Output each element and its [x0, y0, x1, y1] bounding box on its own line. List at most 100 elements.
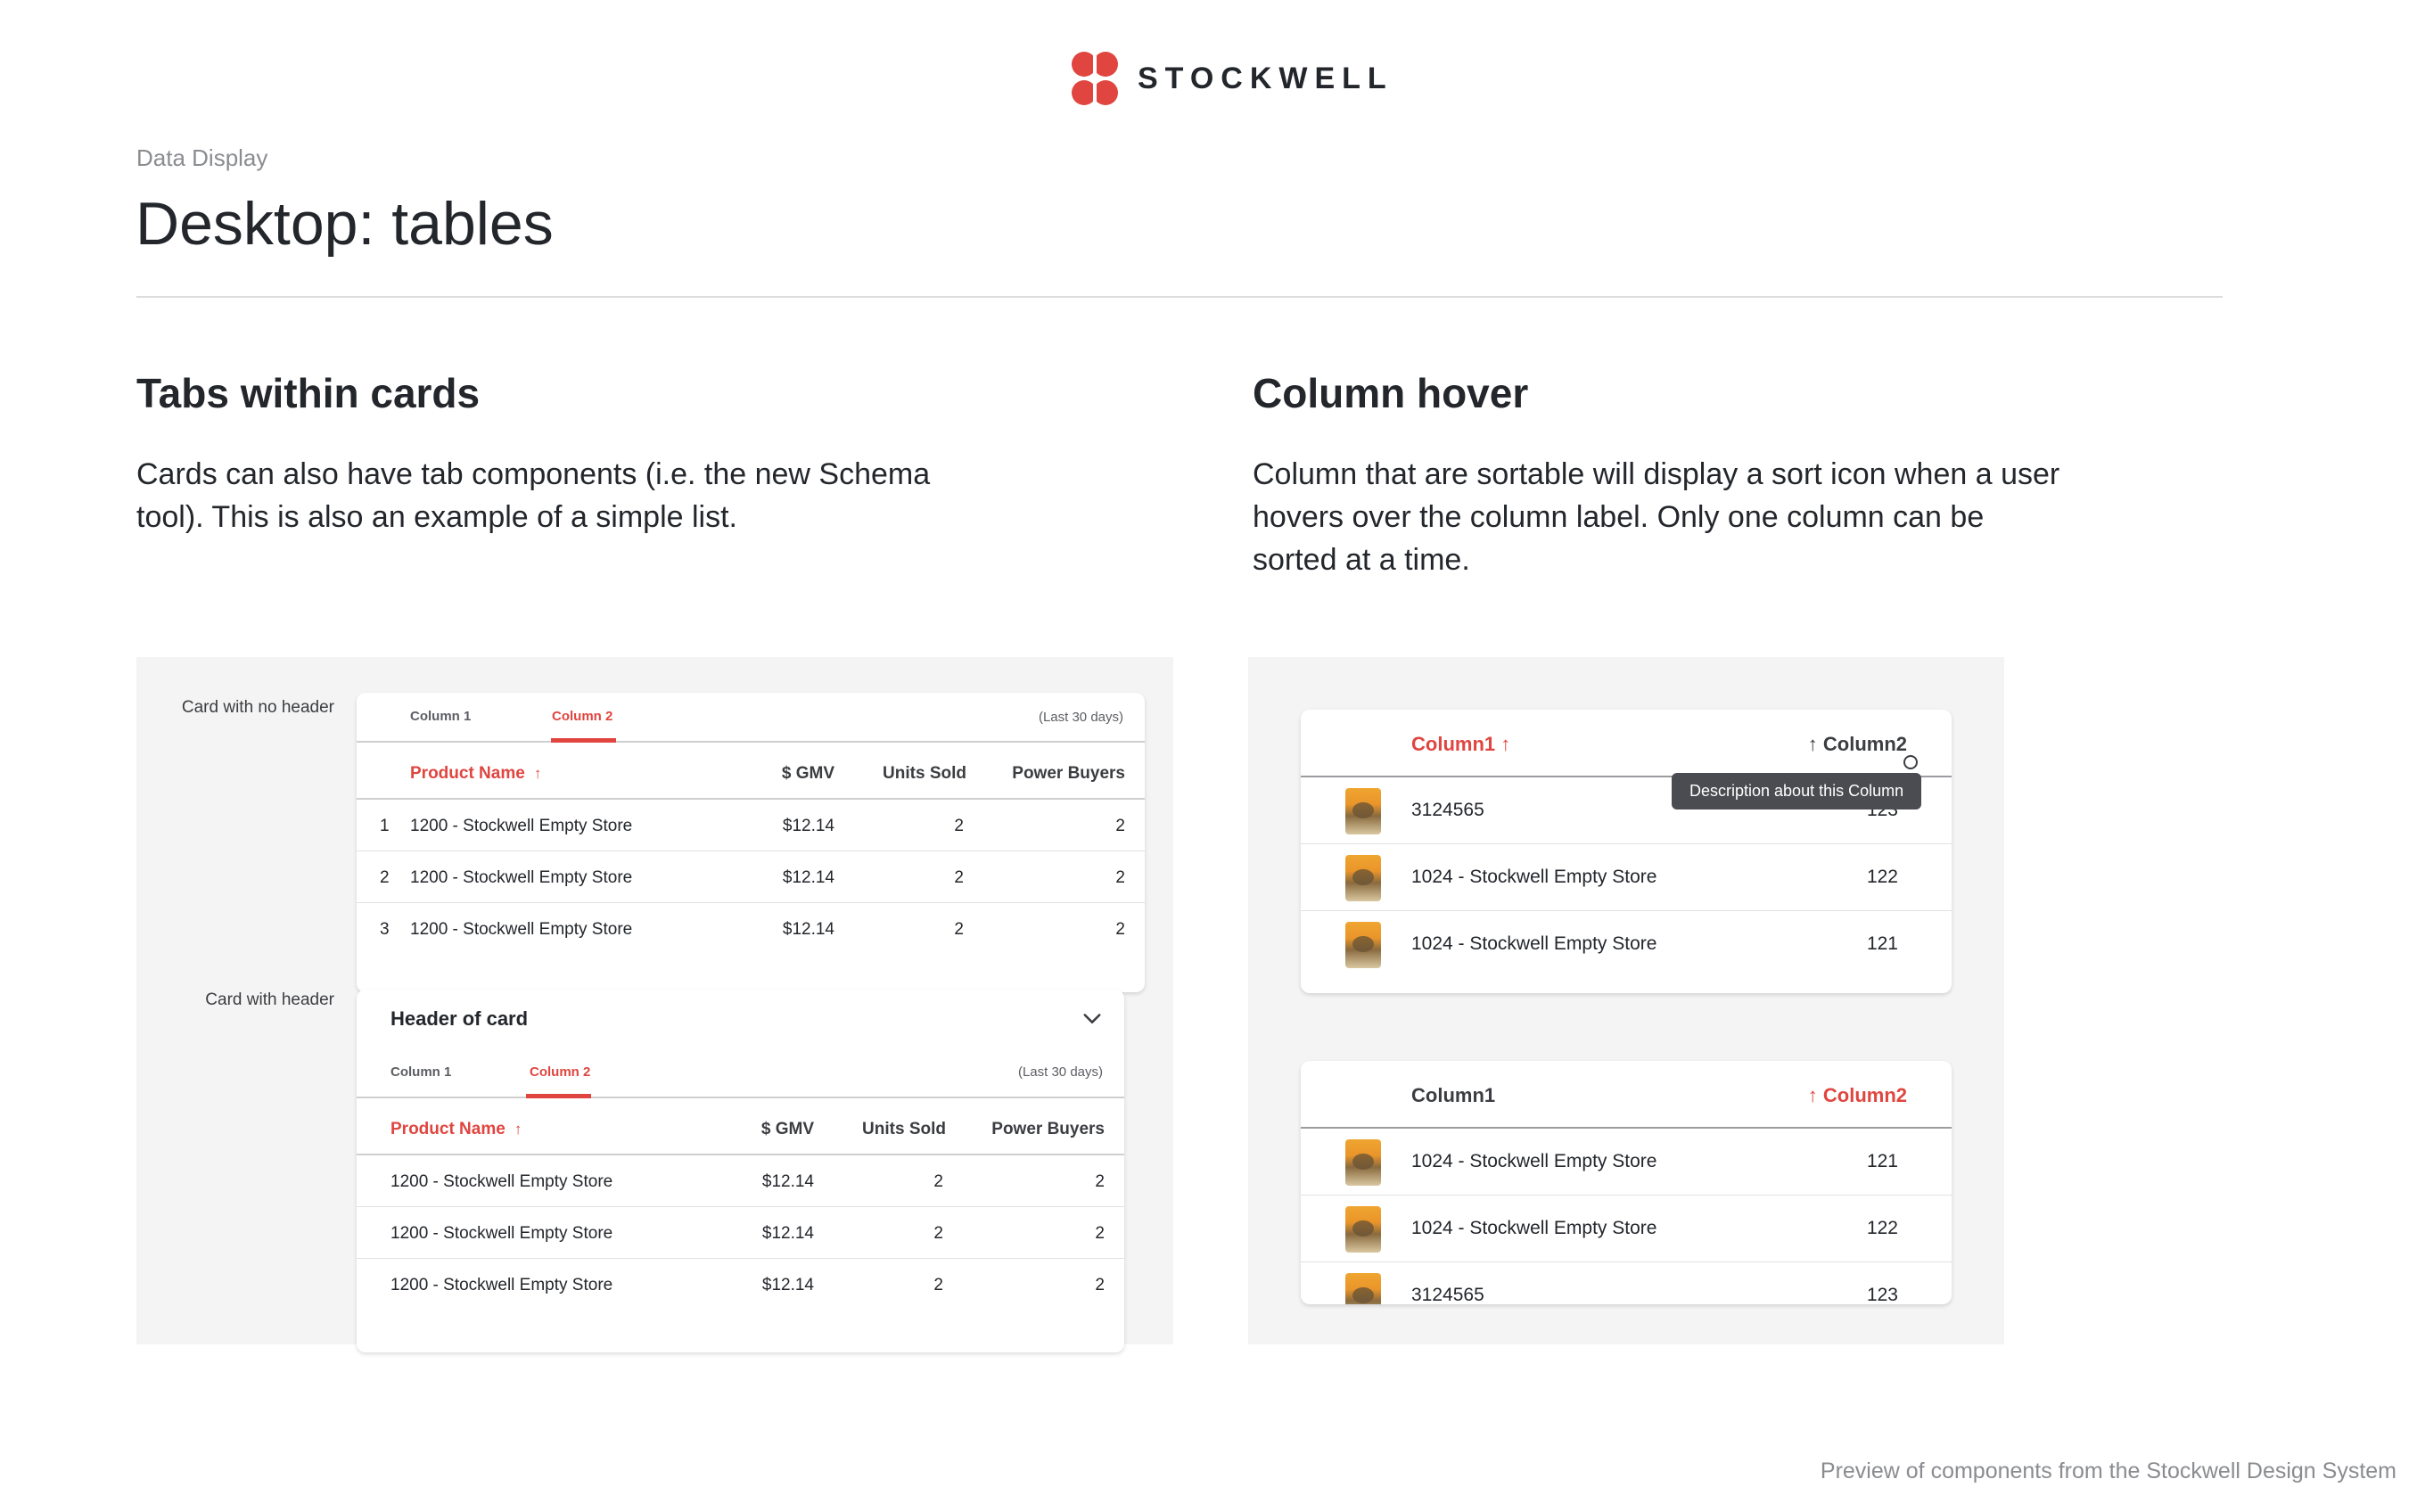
- product-thumbnail: [1345, 922, 1381, 968]
- table-row: 1024 - Stockwell Empty Store 121: [1301, 911, 1952, 978]
- arrow-up-icon: ↑: [1500, 733, 1511, 755]
- units-sold-value: 2: [933, 1172, 943, 1191]
- column-header-column2[interactable]: ↑ Column2: [1808, 733, 1907, 756]
- table-header: Product Name ↑ $ GMV Units Sold Power Buy…: [357, 1098, 1124, 1155]
- column-tooltip: Description about this Column: [1672, 773, 1922, 809]
- tabs-example-panel: Card with no header Column 1 Column 2 (L…: [136, 657, 1173, 1352]
- page-title: Desktop: tables: [136, 190, 554, 258]
- tab-column-1[interactable]: Column 1: [410, 709, 471, 724]
- card-header-title: Header of card: [390, 1007, 529, 1030]
- product-thumbnail: [1345, 1206, 1381, 1253]
- power-buyers-value: 2: [1095, 1276, 1105, 1294]
- tab-column-2[interactable]: Column 2: [552, 709, 612, 724]
- table-header: Column1 ↑ ↑ Column2: [1301, 710, 1952, 777]
- row-value: 122: [1866, 1218, 1898, 1238]
- row-name: 3124565: [1411, 1285, 1484, 1304]
- row-name: 3124565: [1411, 800, 1484, 820]
- tab-column-1[interactable]: Column 1: [390, 1064, 451, 1080]
- table-row: 1024 - Stockwell Empty Store 121: [1301, 1129, 1952, 1196]
- table-header: Product Name ↑ $ GMV Units Sold Power Buy…: [357, 743, 1145, 800]
- table-row: 1200 - Stockwell Empty Store $12.14 2 2: [357, 1259, 1124, 1311]
- tab-bar: Column 1 Column 2 (Last 30 days): [357, 1050, 1124, 1098]
- footer-note: Preview of components from the Stockwell…: [1820, 1459, 2396, 1483]
- column-header-gmv[interactable]: $ GMV: [761, 1120, 814, 1139]
- section-description-hover: Column that are sortable will display a …: [1253, 457, 2060, 577]
- column-header-units-sold[interactable]: Units Sold: [862, 1120, 946, 1139]
- gmv-value: $12.14: [782, 920, 834, 939]
- product-thumbnail: [1345, 855, 1381, 901]
- row-value: 122: [1866, 867, 1898, 887]
- section-title-tabs: Tabs within cards: [136, 370, 481, 416]
- date-range-label: (Last 30 days): [1017, 1064, 1103, 1080]
- power-buyers-value: 2: [1095, 1224, 1105, 1243]
- stockwell-logo-icon: [1072, 52, 1118, 105]
- divider: [136, 296, 2223, 298]
- row-name: 1024 - Stockwell Empty Store: [1411, 867, 1657, 887]
- arrow-up-icon: ↑: [1807, 733, 1818, 755]
- column-header-power-buyers[interactable]: Power Buyers: [1012, 764, 1125, 784]
- gmv-value: $12.14: [761, 1276, 814, 1294]
- arrow-up-icon: ↑: [533, 765, 542, 782]
- gmv-value: $12.14: [782, 817, 834, 835]
- units-sold-value: 2: [954, 920, 964, 939]
- product-name: 1200 - Stockwell Empty Store: [390, 1172, 613, 1191]
- power-buyers-value: 2: [1115, 920, 1125, 939]
- product-name: 1200 - Stockwell Empty Store: [390, 1224, 613, 1243]
- units-sold-value: 2: [954, 817, 964, 835]
- chevron-down-icon[interactable]: [1080, 1006, 1105, 1031]
- row-name: 1024 - Stockwell Empty Store: [1411, 933, 1657, 954]
- column-header-gmv[interactable]: $ GMV: [782, 764, 834, 784]
- product-thumbnail: [1345, 1273, 1381, 1304]
- power-buyers-value: 2: [1115, 868, 1125, 887]
- table-row: 3124565 123: [1301, 1262, 1952, 1304]
- product-name: 1200 - Stockwell Empty Store: [410, 868, 633, 887]
- row-index: 1: [380, 817, 390, 835]
- hover-table-sorted-column-2: Column1 ↑ Column2 1024 - Stockwell Empty…: [1301, 1061, 1952, 1304]
- section-description-tabs: Cards can also have tab components (i.e.…: [136, 457, 931, 534]
- table-row: 2 1200 - Stockwell Empty Store $12.14 2 …: [357, 851, 1145, 903]
- brand-wordmark: STOCKWELL: [1138, 61, 1393, 95]
- arrow-up-icon: ↑: [514, 1121, 522, 1138]
- product-thumbnail: [1345, 788, 1381, 834]
- table-row: 1 1200 - Stockwell Empty Store $12.14 2 …: [357, 800, 1145, 851]
- table-row: 1200 - Stockwell Empty Store $12.14 2 2: [357, 1155, 1124, 1207]
- pointer-cursor-icon: [1903, 755, 1918, 769]
- row-name: 1024 - Stockwell Empty Store: [1411, 1218, 1657, 1238]
- gmv-value: $12.14: [782, 868, 834, 887]
- card-header[interactable]: Header of card: [357, 990, 1124, 1050]
- row-name: 1024 - Stockwell Empty Store: [1411, 1151, 1657, 1171]
- product-name: 1200 - Stockwell Empty Store: [410, 817, 633, 835]
- table-header: Column1 ↑ Column2: [1301, 1061, 1952, 1129]
- column-header-product-name[interactable]: Product Name ↑: [390, 1120, 522, 1139]
- units-sold-value: 2: [954, 868, 964, 887]
- table-row: 3 1200 - Stockwell Empty Store $12.14 2 …: [357, 903, 1145, 955]
- card-with-header-label: Card with header: [205, 990, 334, 1009]
- product-name: 1200 - Stockwell Empty Store: [410, 920, 633, 939]
- section-eyebrow: Data Display: [136, 144, 268, 171]
- product-name: 1200 - Stockwell Empty Store: [390, 1276, 613, 1294]
- product-thumbnail: [1345, 1139, 1381, 1186]
- units-sold-value: 2: [933, 1276, 943, 1294]
- card-with-header: Header of card Column 1 Column 2 (Last 3…: [357, 990, 1124, 1352]
- row-index: 2: [380, 868, 390, 887]
- column-header-power-buyers[interactable]: Power Buyers: [991, 1120, 1105, 1139]
- tab-column-2[interactable]: Column 2: [530, 1064, 590, 1080]
- column-header-column1[interactable]: Column1 ↑: [1411, 733, 1510, 756]
- column-header-column1[interactable]: Column1: [1411, 1084, 1495, 1107]
- table-row: 1024 - Stockwell Empty Store 122: [1301, 844, 1952, 911]
- section-title-hover: Column hover: [1253, 370, 1529, 416]
- card-no-header: Column 1 Column 2 (Last 30 days) Product…: [357, 693, 1145, 992]
- column-header-product-name[interactable]: Product Name ↑: [410, 764, 541, 784]
- row-value: 123: [1866, 1285, 1898, 1304]
- column-hover-panel: Column1 ↑ ↑ Column2 3124565 123 1024 - S…: [1248, 657, 2004, 1344]
- table-row: 1200 - Stockwell Empty Store $12.14 2 2: [357, 1207, 1124, 1259]
- table-row: 1024 - Stockwell Empty Store 122: [1301, 1196, 1952, 1262]
- tab-bar: Column 1 Column 2 (Last 30 days): [357, 693, 1145, 743]
- row-index: 3: [380, 920, 390, 939]
- column-header-column2[interactable]: ↑ Column2: [1808, 1084, 1907, 1107]
- arrow-up-icon: ↑: [1807, 1084, 1818, 1106]
- column-header-units-sold[interactable]: Units Sold: [883, 764, 966, 784]
- power-buyers-value: 2: [1095, 1172, 1105, 1191]
- units-sold-value: 2: [933, 1224, 943, 1243]
- date-range-label: (Last 30 days): [1038, 710, 1123, 725]
